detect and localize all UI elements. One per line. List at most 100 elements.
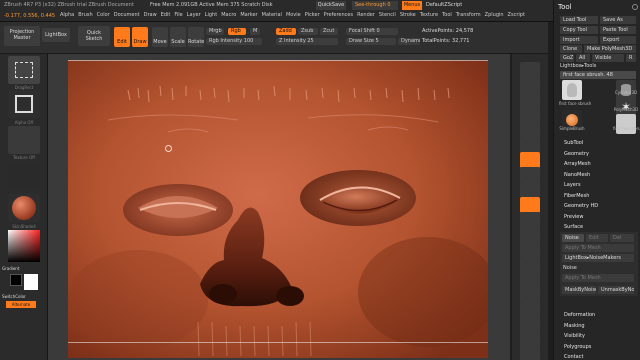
material-picker-2[interactable] xyxy=(8,194,40,222)
del-tab[interactable]: Del xyxy=(610,234,634,242)
rgb-button[interactable]: Rgb xyxy=(228,28,246,35)
m-button[interactable]: M xyxy=(250,28,260,35)
r-button[interactable]: R xyxy=(626,54,636,62)
mrgb-button[interactable]: Mrgb xyxy=(206,28,224,35)
draw-mode-button[interactable]: Draw xyxy=(132,27,148,47)
view-button-move[interactable] xyxy=(520,227,540,243)
view-button-solo[interactable] xyxy=(520,332,540,348)
make-polymesh-button[interactable]: Make PolyMesh3D xyxy=(584,45,636,53)
menu-transform[interactable]: Transform xyxy=(456,12,481,18)
section-fibermesh[interactable]: FiberMesh xyxy=(564,193,589,199)
view-button-ghost[interactable] xyxy=(520,317,540,333)
section-arraymesh[interactable]: ArrayMesh xyxy=(564,161,591,167)
sculpt-canvas[interactable] xyxy=(68,60,488,358)
menu-edit[interactable]: Edit xyxy=(161,12,171,18)
menu-render[interactable]: Render xyxy=(357,12,375,18)
noise-tab[interactable]: Noise xyxy=(562,234,584,242)
document-viewport[interactable] xyxy=(48,54,510,360)
paste-tool-button[interactable]: Paste Tool xyxy=(600,26,636,34)
rgb-intensity-slider[interactable]: Rgb Intensity 100 xyxy=(206,38,262,45)
load-tool-button[interactable]: Load Tool xyxy=(560,16,598,24)
menu-document[interactable]: Document xyxy=(114,12,140,18)
apply-button[interactable]: Apply To Mesh xyxy=(562,274,634,282)
section-geometry[interactable]: Geometry xyxy=(564,151,589,157)
section-contact[interactable]: Contact xyxy=(564,354,583,360)
view-button-local[interactable] xyxy=(520,182,540,198)
quick-sketch-button[interactable]: Quick Sketch xyxy=(78,26,110,46)
edit-mode-button[interactable]: Edit xyxy=(114,27,130,47)
menu-file[interactable]: File xyxy=(174,12,182,18)
quicksave-button[interactable]: QuickSave xyxy=(316,1,346,10)
visible-button[interactable]: Visible xyxy=(592,54,624,62)
draw-size-slider[interactable]: Draw Size 5 xyxy=(346,38,396,45)
zadd-button[interactable]: Zadd xyxy=(276,28,296,35)
view-button-floor[interactable] xyxy=(520,167,540,183)
default-zscript-button[interactable]: DefaultZScript xyxy=(426,1,462,10)
section-layers[interactable]: Layers xyxy=(564,182,581,188)
dynamic-button[interactable]: Dynamic xyxy=(398,38,420,45)
section-surface[interactable]: Surface xyxy=(564,224,583,230)
all-button[interactable]: All xyxy=(576,54,590,62)
copy-tool-button[interactable]: Copy Tool xyxy=(560,26,598,34)
section-deformation[interactable]: Deformation xyxy=(564,312,595,318)
view-button-zoom[interactable] xyxy=(520,107,540,123)
view-button-spix-3[interactable] xyxy=(520,77,540,93)
menu-layer[interactable]: Layer xyxy=(187,12,201,18)
view-button-rotate[interactable] xyxy=(520,257,540,273)
section-preview[interactable]: Preview xyxy=(564,214,583,220)
current-tool-slider[interactable]: first face sbrush. 48 xyxy=(560,71,636,79)
edit-tab[interactable]: Edit xyxy=(586,234,608,242)
projection-master-button[interactable]: Projection Master xyxy=(4,26,40,46)
z-intensity-slider[interactable]: Z Intensity 25 xyxy=(276,38,338,45)
menu-brush[interactable]: Brush xyxy=(78,12,92,18)
secondary-color-swatch[interactable] xyxy=(24,274,38,290)
menu-material[interactable]: Material xyxy=(262,12,282,18)
goz-button[interactable]: GoZ xyxy=(560,54,574,62)
tool-thumb-face-2[interactable] xyxy=(616,114,636,134)
menu-zplugin[interactable]: Zplugin xyxy=(485,12,504,18)
section-polygroups[interactable]: Polygroups xyxy=(564,344,591,350)
view-button-xpose[interactable] xyxy=(520,347,540,360)
menu-light[interactable]: Light xyxy=(205,12,217,18)
view-button-frame[interactable] xyxy=(520,212,540,228)
menu-color[interactable]: Color xyxy=(97,12,110,18)
view-button-aahalf[interactable] xyxy=(520,137,540,153)
menu-draw[interactable]: Draw xyxy=(144,12,157,18)
view-button-bpr[interactable] xyxy=(520,62,540,78)
move-mode-button[interactable]: Move xyxy=(152,27,168,47)
view-button-polyf[interactable] xyxy=(520,287,540,303)
view-button-scale[interactable] xyxy=(520,242,540,258)
lightbox-button[interactable]: LightBox xyxy=(42,28,70,42)
view-button-actual[interactable] xyxy=(520,122,540,138)
menu-picker[interactable]: Picker xyxy=(305,12,320,18)
view-button-persp[interactable] xyxy=(520,152,540,168)
menu-zscript[interactable]: Zscript xyxy=(508,12,525,18)
menu-alpha[interactable]: Alpha xyxy=(60,12,74,18)
color-picker[interactable] xyxy=(8,230,40,262)
unmask-by-noise-button[interactable]: UnmaskByNoise xyxy=(598,286,634,294)
main-color-swatch[interactable] xyxy=(10,274,22,286)
focal-shift-slider[interactable]: Focal Shift 0 xyxy=(346,28,398,35)
switch-color-button[interactable]: SwitchColor xyxy=(2,294,46,299)
alternate-button[interactable]: Alternate xyxy=(6,301,36,308)
menu-preferences[interactable]: Preferences xyxy=(324,12,353,18)
mask-by-noise-button[interactable]: MaskByNoise xyxy=(562,286,596,294)
view-button-line-fill[interactable] xyxy=(520,272,540,288)
menu-stencil[interactable]: Stencil xyxy=(379,12,396,18)
tool-thumb-face[interactable] xyxy=(562,80,582,100)
see-through-slider[interactable]: See-through 0 xyxy=(352,1,398,10)
menu-stroke[interactable]: Stroke xyxy=(400,12,416,18)
material-picker[interactable] xyxy=(8,162,40,190)
view-button-scroll[interactable] xyxy=(520,92,540,108)
menu-marker[interactable]: Marker xyxy=(240,12,257,18)
menu-tool[interactable]: Tool xyxy=(442,12,452,18)
section-masking[interactable]: Masking xyxy=(564,323,585,329)
import-button[interactable]: Import xyxy=(560,36,598,44)
clone-button[interactable]: Clone xyxy=(560,45,582,53)
menu-movie[interactable]: Movie xyxy=(286,12,301,18)
view-button-gxyz[interactable] xyxy=(520,197,540,213)
section-visibility[interactable]: Visibility xyxy=(564,333,585,339)
section-subtool[interactable]: SubTool xyxy=(564,140,583,146)
scale-mode-button[interactable]: Scale xyxy=(170,27,186,47)
export-button[interactable]: Export xyxy=(600,36,636,44)
